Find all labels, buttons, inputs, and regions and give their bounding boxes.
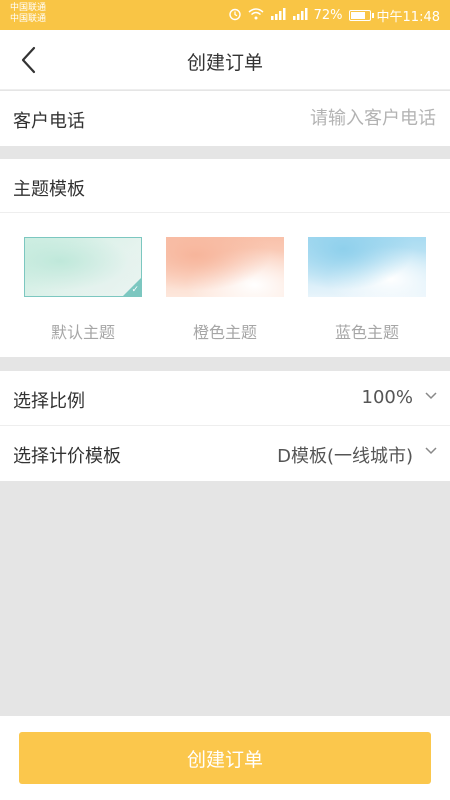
alarm-icon xyxy=(228,7,242,25)
customer-phone-label: 客户电话 xyxy=(13,111,85,132)
theme-thumbnail-orange xyxy=(166,237,284,297)
chevron-down-icon xyxy=(425,392,437,400)
battery-percent: 72% xyxy=(313,8,343,23)
theme-header: 主题模板 xyxy=(0,159,450,213)
theme-option-default[interactable]: ✓ 默认主题 xyxy=(24,237,142,343)
theme-section: 主题模板 ✓ 默认主题 橙色主题 蓝色主题 xyxy=(0,159,450,357)
status-time: 中午11:48 xyxy=(376,10,440,25)
pricing-template-label: 选择计价模板 xyxy=(13,446,121,467)
theme-name: 默认主题 xyxy=(50,323,115,342)
page-title: 创建订单 xyxy=(186,52,263,74)
carrier-info: 中国联通 中国联通 xyxy=(10,3,46,25)
carrier-1: 中国联通 xyxy=(10,3,47,13)
bottom-bar: 创建订单 xyxy=(0,716,450,800)
theme-thumbnail-blue xyxy=(308,237,426,297)
theme-thumbnail-default: ✓ xyxy=(24,237,142,297)
check-icon: ✓ xyxy=(131,285,139,295)
create-order-button[interactable]: 创建订单 xyxy=(19,732,431,784)
theme-name: 蓝色主题 xyxy=(334,323,399,342)
theme-option-orange[interactable]: 橙色主题 xyxy=(166,237,284,343)
customer-phone-input[interactable] xyxy=(238,103,438,133)
status-bar: 中国联通 中国联通 72% 中午11:48 xyxy=(0,0,450,30)
carrier-2: 中国联通 xyxy=(10,14,47,24)
nav-bar: 创建订单 xyxy=(0,30,450,90)
chevron-down-icon xyxy=(425,447,437,455)
ratio-label: 选择比例 xyxy=(13,391,85,412)
pricing-template-select-row[interactable]: 选择计价模板 D模板(一线城市) xyxy=(0,426,450,481)
theme-name: 橙色主题 xyxy=(192,323,257,342)
status-icons: 72% 中午11:48 xyxy=(228,6,440,25)
pricing-template-value: D模板(一线城市) xyxy=(277,446,413,467)
customer-phone-row: 客户电话 xyxy=(0,91,450,146)
wifi-icon xyxy=(248,7,264,24)
ratio-select-row[interactable]: 选择比例 100% xyxy=(0,371,450,426)
theme-option-blue[interactable]: 蓝色主题 xyxy=(308,237,426,343)
battery-icon xyxy=(348,10,374,21)
signal-icon xyxy=(292,7,308,24)
signal-icon xyxy=(270,7,286,24)
ratio-value: 100% xyxy=(361,387,413,408)
theme-section-label: 主题模板 xyxy=(13,179,85,200)
